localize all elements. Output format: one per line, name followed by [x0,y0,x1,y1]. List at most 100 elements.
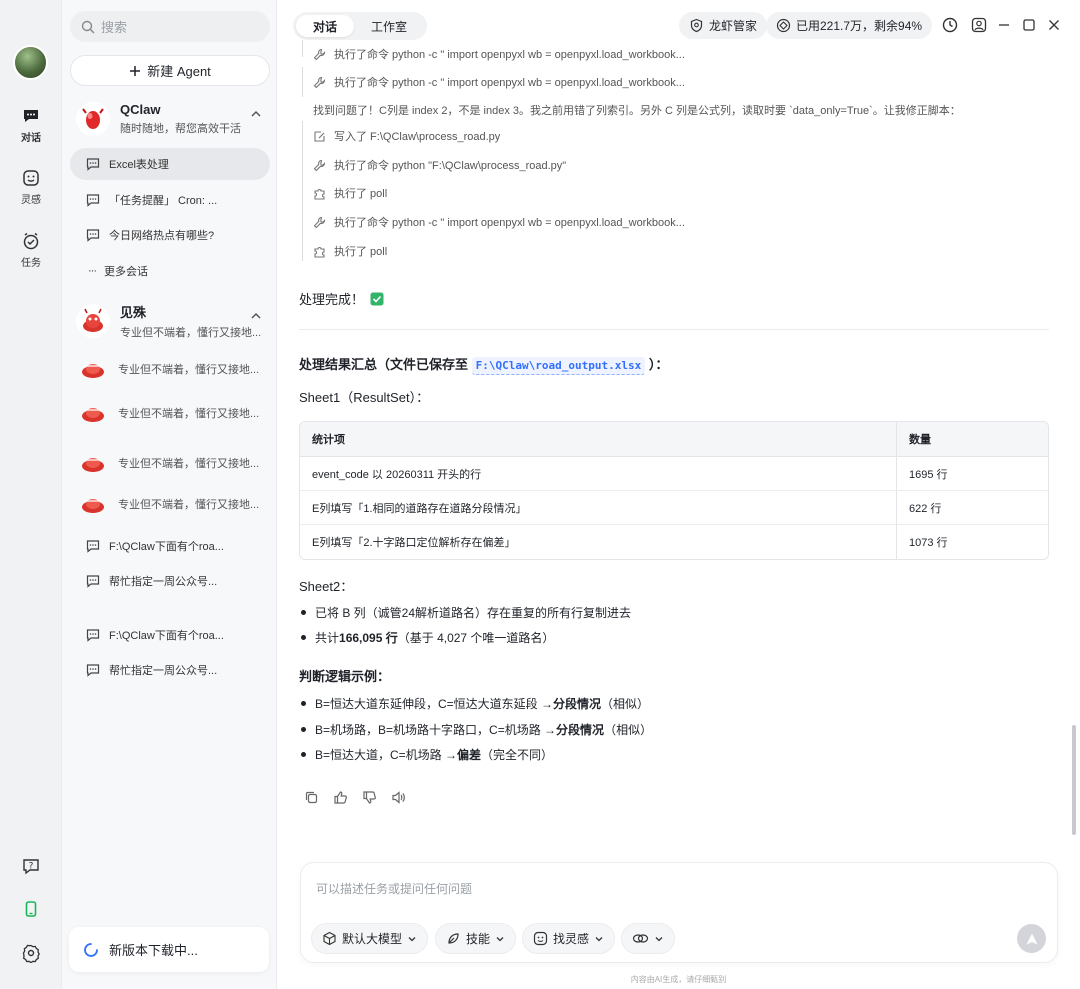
session-title: 「任务提醒」 Cron: ... [109,195,218,207]
thumbs-up-icon[interactable] [333,790,348,805]
help-icon: ? [23,859,39,875]
close-button[interactable] [1044,15,1064,35]
agent-session-item[interactable]: 专业但不端着，懂行又接地... [70,443,270,483]
more-sessions[interactable]: ··· 更多会话 [70,255,270,287]
link-select[interactable] [621,923,675,954]
bullet [301,701,306,706]
tool-step[interactable]: 执行了 poll [299,182,387,204]
history-button[interactable] [940,15,960,35]
table-cell: E列填写「2.十字路口定位解析存在偏差」 [300,525,897,559]
tool-step[interactable]: 写入了 F:\QClaw\process_road.py [299,125,500,147]
shield-icon [690,18,703,33]
column-header: 统计项 [300,422,897,457]
agent-session-item[interactable]: 专业但不端着，懂行又接地... [70,393,270,433]
chevron-up-icon[interactable] [250,310,262,322]
session-item[interactable]: 今日网络热点有哪些? [70,219,270,251]
table-cell: 1073 行 [909,537,948,549]
alarm-icon [23,232,39,250]
bullet [301,635,306,640]
scrollbar[interactable] [1072,725,1076,835]
puzzle-icon [314,246,325,258]
agent-session-item[interactable]: 专业但不端着，懂行又接地... [70,349,270,389]
phone-button[interactable] [0,899,62,919]
settings-button[interactable] [0,943,62,963]
table-cell: E列填写「1.相同的道路存在道路分段情况」 [300,491,897,525]
step-text: 执行了命令 python -c " import openpyxl wb = o… [334,77,685,89]
inspire-label: 找灵感 [553,932,590,946]
agent-session-title: 专业但不端着，懂行又接地... [118,364,260,376]
link-icon [632,934,649,943]
rail-chat-label: 对话 [21,133,41,144]
chat-bubble-icon [86,575,100,588]
new-agent-button[interactable]: 新建 Agent [70,55,270,86]
update-banner[interactable]: 新版本下载中... [69,927,269,972]
search-input[interactable]: 搜索 [70,11,270,42]
search-placeholder: 搜索 [101,20,128,35]
skills-select[interactable]: 技能 [435,923,517,954]
tab-studio[interactable]: 工作室 [354,15,424,37]
new-agent-label: 新建 Agent [147,64,211,79]
session-item[interactable]: F:\QClaw下面有个roa... [70,619,270,651]
message-input[interactable]: 可以描述任务或提问任何问题 [316,880,472,897]
session-item[interactable]: 帮忙指定一周公众号... [70,654,270,686]
minimize-button[interactable] [994,15,1014,35]
minimize-icon [999,24,1009,26]
chat-bubble-icon [86,629,100,642]
copy-icon[interactable] [304,790,319,805]
manager-button[interactable]: 龙虾管家 [679,12,768,39]
tool-step[interactable]: 执行了命令 python "F:\QClaw\process_road.py" [299,154,566,176]
svg-text:?: ? [29,862,34,872]
session-title: 今日网络热点有哪些? [109,230,215,242]
ai-disclaimer: 内容由AI生成，请仔细甄别 [630,975,727,984]
tool-step[interactable]: 执行了命令 python -c " import openpyxl wb = o… [299,43,685,65]
quota-badge[interactable]: 已用221.7万，剩余94% [766,12,933,39]
rail-chat[interactable]: 对话 [0,106,62,144]
output-path-link[interactable]: F:\QClaw\road_output.xlsx [471,357,646,375]
logic-heading: 判断逻辑示例： [299,669,391,684]
rail-tasks[interactable]: 任务 [0,231,62,269]
lobster-avatar [78,489,108,519]
smile-icon [533,931,548,946]
model-select[interactable]: 默认大模型 [311,923,429,954]
tab-chat[interactable]: 对话 [296,15,355,37]
agent-session-item[interactable]: 专业但不端着，懂行又接地... [70,484,270,524]
session-item[interactable]: F:\QClaw下面有个roa... [70,530,270,562]
quota-label: 已用221.7万，剩余94% [796,19,923,33]
chat-bubble-icon [86,229,100,242]
tool-step[interactable]: 执行了命令 python -c " import openpyxl wb = o… [299,211,685,233]
list-item: B=恒达大道东延伸段，C=恒达大道东延段 → 分段情况 （相似） [299,695,649,712]
list-item: B=恒达大道，C=机场路 → 偏差 （完全不同） [299,746,553,763]
speaker-icon[interactable] [391,790,406,805]
user-avatar[interactable] [13,45,48,80]
tool-step[interactable]: 执行了 poll [299,240,387,262]
agent-name: 见殊 [120,305,147,320]
chat-icon [24,110,38,122]
session-title: Excel表处理 [109,159,169,171]
profile-button[interactable] [969,15,989,35]
list-item: B=机场路，B=机场路十字路口，C=机场路 → 分段情况 （相似） [299,721,652,738]
step-text: 执行了命令 python "F:\QClaw\process_road.py" [334,160,567,172]
session-item[interactable]: 帮忙指定一周公众号... [70,565,270,597]
bullet [301,752,306,757]
summary-heading: 处理结果汇总（文件已保存至 F:\QClaw\road_output.xlsx … [299,354,668,375]
wrench-icon [313,159,326,171]
send-button[interactable] [1017,924,1046,953]
session-item[interactable]: Excel表处理 [70,148,270,180]
rail-inspire[interactable]: 灵感 [0,168,62,206]
wrench-icon [313,76,326,88]
session-item[interactable]: 「任务提醒」 Cron: ... [70,184,270,216]
maximize-button[interactable] [1019,15,1039,35]
thumbs-down-icon[interactable] [362,790,377,805]
step-text: 执行了命令 python -c " import openpyxl wb = o… [334,49,685,61]
rail-tasks-label: 任务 [21,258,41,269]
list-text: （完全不同） [481,748,554,762]
agent-qclaw[interactable]: QClaw 随时随地，帮您高效干活 [70,96,270,142]
tool-step[interactable]: 执行了命令 python -c " import openpyxl wb = o… [299,71,685,93]
list-text: （相似） [601,697,650,711]
chevron-up-icon[interactable] [250,108,262,120]
agent-jianshu[interactable]: 见殊 专业但不端着，懂行又接地... [70,298,270,344]
list-text: B=机场路，B=机场路十字路口，C=机场路 → [315,723,557,737]
user-icon [971,17,987,33]
inspire-select[interactable]: 找灵感 [522,923,616,954]
help-button[interactable]: ? [0,856,62,876]
